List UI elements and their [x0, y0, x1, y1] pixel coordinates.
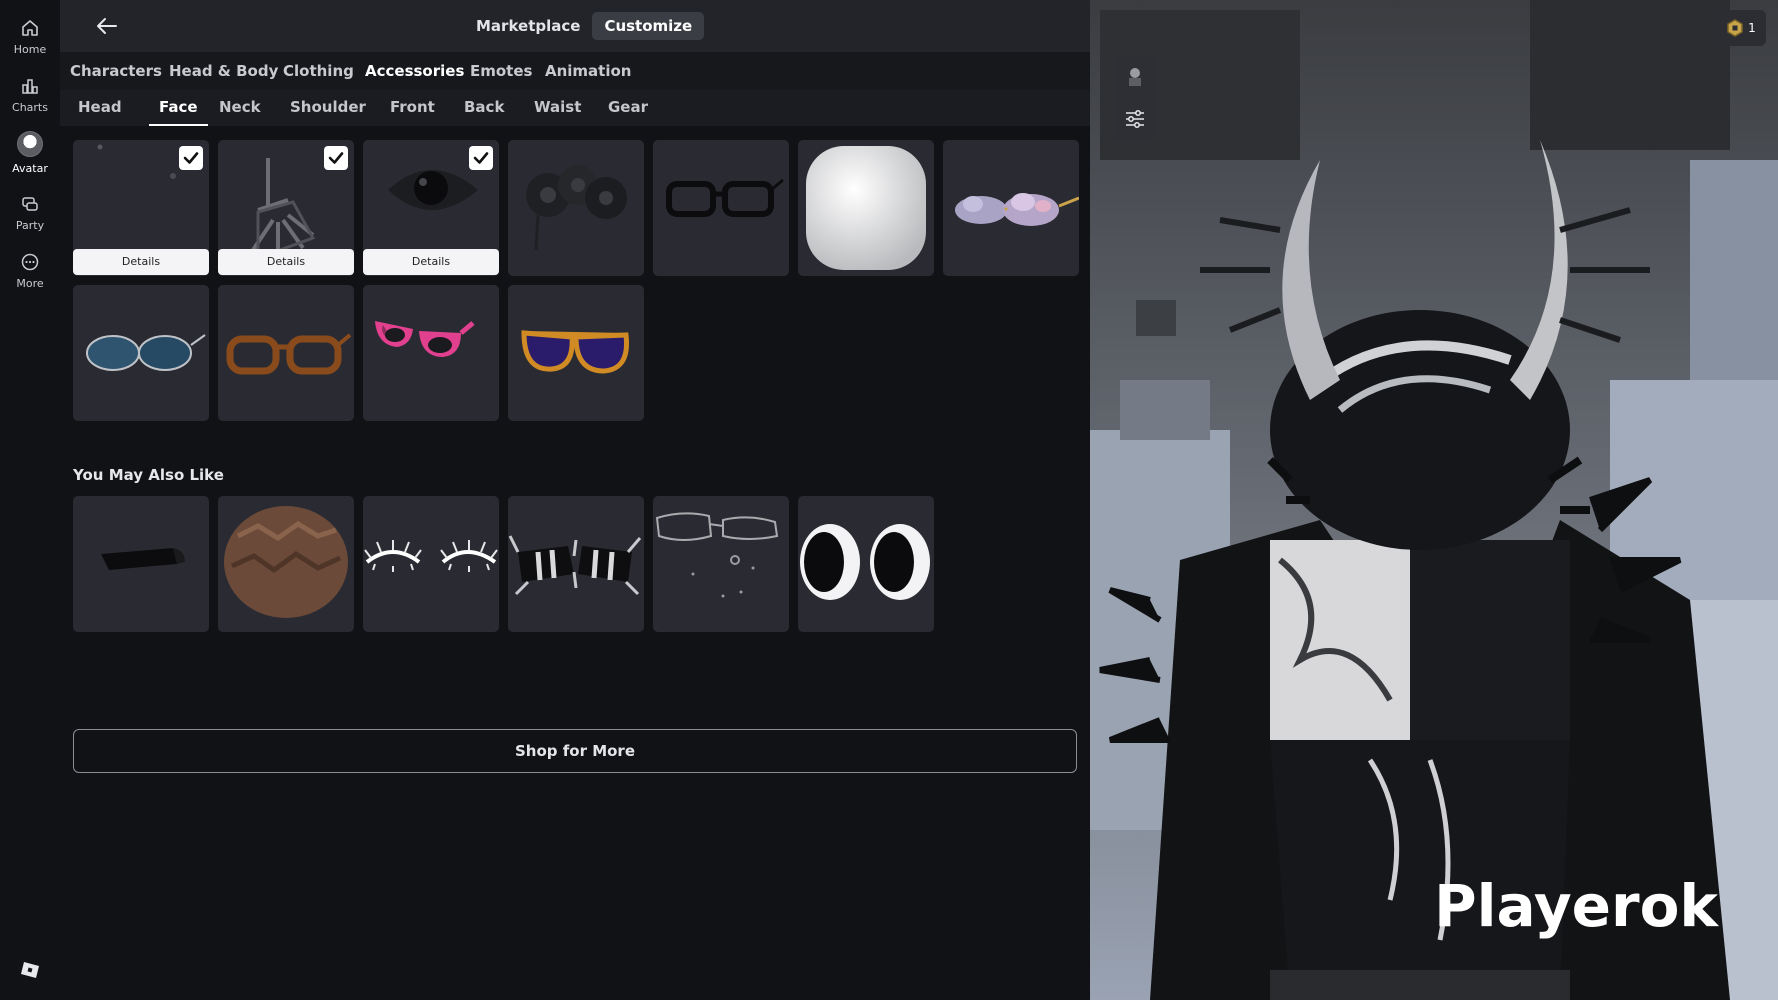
- recommended-item-tile[interactable]: [73, 496, 209, 632]
- subcategory-tabs: Head Face Neck Shoulder Front Back Waist…: [60, 90, 1090, 126]
- robux-icon: [1727, 19, 1743, 37]
- avatar-thumbnail-button[interactable]: [1114, 56, 1156, 98]
- avatar-3d-viewport[interactable]: 1 Playerok: [1090, 0, 1778, 1000]
- item-thumbnail: [508, 535, 642, 596]
- item-tile[interactable]: [218, 285, 354, 421]
- tab-head-body[interactable]: Head & Body: [169, 52, 278, 90]
- section-title-recommendations: You May Also Like: [73, 466, 224, 484]
- item-thumbnail: [364, 540, 498, 572]
- rail-label-charts: Charts: [12, 101, 48, 114]
- subtab-gear[interactable]: Gear: [608, 90, 648, 126]
- back-arrow-icon[interactable]: [94, 14, 120, 38]
- equipped-checkbox[interactable]: [324, 146, 348, 170]
- rail-item-more[interactable]: More: [0, 246, 60, 304]
- item-thumbnail: [86, 334, 206, 371]
- top-bar: Marketplace Customize: [60, 0, 1090, 52]
- subtab-back[interactable]: Back: [464, 90, 504, 126]
- settings-sliders-button[interactable]: [1114, 98, 1156, 140]
- robux-balance[interactable]: 1: [1716, 10, 1766, 46]
- sliders-icon: [1126, 110, 1144, 128]
- recommended-item-tile[interactable]: [508, 496, 644, 632]
- item-tile[interactable]: [508, 140, 644, 276]
- item-thumbnail: [955, 193, 1079, 226]
- tab-emotes[interactable]: Emotes: [470, 52, 532, 90]
- charts-icon: [22, 79, 38, 94]
- party-icon: [22, 197, 38, 211]
- item-thumbnail: [666, 178, 784, 217]
- more-icon: [21, 253, 39, 271]
- item-tile[interactable]: [798, 140, 934, 276]
- rail-item-home[interactable]: Home: [0, 12, 60, 70]
- tab-clothing[interactable]: Clothing: [283, 52, 354, 90]
- subtab-neck[interactable]: Neck: [219, 90, 261, 126]
- recommended-item-tile[interactable]: [653, 496, 789, 632]
- rail-item-charts[interactable]: Charts: [0, 70, 60, 128]
- robux-count: 1: [1748, 21, 1756, 35]
- item-thumbnail: [526, 165, 627, 251]
- item-thumbnail: [806, 146, 926, 270]
- item-thumbnail: [224, 506, 348, 618]
- rail-label-home: Home: [13, 43, 47, 56]
- shop-for-more-button[interactable]: Shop for More: [73, 729, 1077, 773]
- item-thumbnail: [521, 330, 630, 374]
- customize-panel: Marketplace Customize Characters Head & …: [60, 0, 1090, 1000]
- recommended-item-tile[interactable]: [363, 496, 499, 632]
- details-button[interactable]: Details: [73, 249, 209, 275]
- subtab-head[interactable]: Head: [78, 90, 122, 126]
- roblox-logo-icon[interactable]: [20, 960, 40, 980]
- recommended-item-tile[interactable]: [798, 496, 934, 632]
- item-thumbnail: [800, 524, 930, 600]
- subtab-front[interactable]: Front: [390, 90, 435, 126]
- item-thumbnail: [101, 548, 185, 570]
- details-button[interactable]: Details: [218, 249, 354, 275]
- item-tile[interactable]: [73, 285, 209, 421]
- item-tile[interactable]: [363, 285, 499, 421]
- tab-accessories[interactable]: Accessories: [365, 52, 464, 90]
- tab-marketplace[interactable]: Marketplace: [464, 12, 592, 40]
- subtab-waist[interactable]: Waist: [534, 90, 581, 126]
- item-tile[interactable]: [508, 285, 644, 421]
- tab-characters[interactable]: Characters: [70, 52, 162, 90]
- home-icon: [22, 20, 38, 36]
- item-thumbnail: [375, 321, 475, 357]
- player-name: Playerok: [1434, 872, 1718, 940]
- equipped-checkbox[interactable]: [179, 146, 203, 170]
- tab-customize[interactable]: Customize: [592, 12, 705, 40]
- marketplace-customize-toggle: Marketplace Customize: [464, 12, 705, 40]
- details-button[interactable]: Details: [363, 249, 499, 275]
- rail-item-party[interactable]: Party: [0, 188, 60, 246]
- equipped-checkbox[interactable]: [469, 146, 493, 170]
- rail-item-avatar[interactable]: Avatar: [0, 128, 60, 186]
- category-tabs: Characters Head & Body Clothing Accessor…: [60, 52, 1090, 90]
- left-nav-rail: Home Charts Avatar Party More: [0, 0, 60, 1000]
- avatar-icon: [17, 131, 43, 157]
- rail-label-party: Party: [15, 219, 45, 232]
- item-tile[interactable]: [943, 140, 1079, 276]
- recommended-item-tile[interactable]: [218, 496, 354, 632]
- tab-animation[interactable]: Animation: [545, 52, 631, 90]
- avatar-editor-app: Home Charts Avatar Party More Marketplac…: [0, 0, 1778, 1000]
- subtab-face[interactable]: Face: [149, 90, 208, 126]
- avatar-scene: [1090, 0, 1778, 1000]
- item-thumbnail: [226, 333, 352, 375]
- rail-label-avatar: Avatar: [12, 162, 48, 175]
- avatar-thumb-icon: [1129, 68, 1141, 86]
- subtab-shoulder[interactable]: Shoulder: [290, 90, 366, 126]
- rail-label-more: More: [16, 277, 44, 290]
- item-tile[interactable]: [653, 140, 789, 276]
- item-thumbnail: [655, 512, 779, 598]
